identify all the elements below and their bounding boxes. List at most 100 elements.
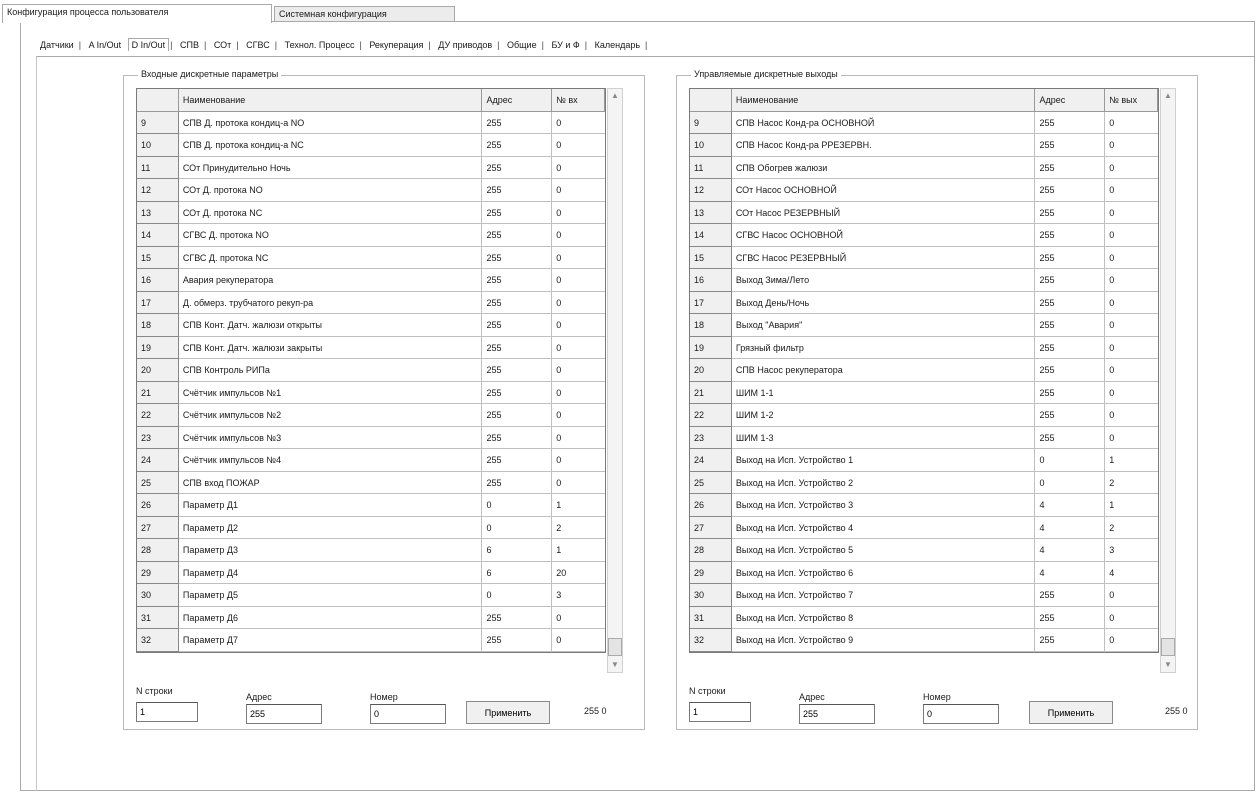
name-cell[interactable]: Выход на Исп. Устройство 2: [731, 471, 1036, 494]
table-row[interactable]: 25 Выход на Исп. Устройство 202: [690, 471, 1158, 494]
tab-bu-f[interactable]: БУ и Ф: [547, 38, 583, 52]
name-cell[interactable]: СОт Д. протока NO: [178, 179, 483, 202]
number-cell[interactable]: 3: [552, 584, 605, 607]
number-cell[interactable]: 0: [1105, 112, 1158, 134]
header-name[interactable]: Наименование: [178, 89, 483, 112]
number-cell[interactable]: 0: [1105, 157, 1158, 179]
name-cell[interactable]: СОт Насос РЕЗЕРВНЫЙ: [731, 201, 1036, 224]
table-row[interactable]: 29 Параметр Д4 6 20: [137, 561, 605, 584]
row-index-cell[interactable]: 11: [137, 156, 179, 179]
row-index-cell[interactable]: 14: [137, 224, 179, 247]
number-cell[interactable]: 0: [1105, 382, 1158, 404]
address-cell[interactable]: 255: [1035, 111, 1106, 134]
name-cell[interactable]: Выход на Исп. Устройство 5: [731, 539, 1036, 562]
name-cell[interactable]: СПВ Д. протока кондиц-а NC: [178, 134, 483, 157]
name-cell[interactable]: Авария рекуператора: [178, 269, 483, 292]
address-cell[interactable]: 255: [1035, 291, 1106, 314]
number-cell[interactable]: 0: [552, 112, 605, 134]
scroll-thumb[interactable]: [608, 638, 622, 656]
row-number-input[interactable]: [689, 702, 751, 722]
table-row[interactable]: 17 Д. обмерз. трубчатого рекуп-ра 255 0: [137, 291, 605, 314]
table-row[interactable]: 24 Выход на Исп. Устройство 101: [690, 449, 1158, 472]
number-cell[interactable]: 0: [1105, 607, 1158, 629]
apply-button[interactable]: Применить: [1029, 701, 1113, 724]
header-input-number[interactable]: № вх: [552, 89, 605, 112]
table-row[interactable]: 10 СПВ Д. протока кондиц-а NC 255 0: [137, 134, 605, 157]
row-index-cell[interactable]: 29: [690, 561, 732, 584]
name-cell[interactable]: СПВ Насос рекуператора: [731, 359, 1036, 382]
table-row[interactable]: 12 СОт Д. протока NO 255 0: [137, 179, 605, 202]
scroll-up-icon[interactable]: ▲: [1161, 89, 1175, 103]
name-cell[interactable]: ШИМ 1-2: [731, 404, 1036, 427]
row-index-cell[interactable]: 30: [690, 584, 732, 607]
row-index-cell[interactable]: 19: [690, 336, 732, 359]
tab-tech-process[interactable]: Технол. Процесс: [281, 38, 359, 52]
row-index-cell[interactable]: 23: [690, 426, 732, 449]
table-row[interactable]: 21 ШИМ 1-1 255 0: [690, 381, 1158, 404]
table-row[interactable]: 18 СПВ Конт. Датч. жалюзи открыты 255 0: [137, 314, 605, 337]
name-cell[interactable]: СПВ Обогрев жалюзи: [731, 156, 1036, 179]
number-input[interactable]: [370, 704, 446, 724]
name-cell[interactable]: Д. обмерз. трубчатого рекуп-ра: [178, 291, 483, 314]
address-cell[interactable]: 255: [1035, 201, 1106, 224]
address-cell[interactable]: 255: [482, 201, 553, 224]
row-index-cell[interactable]: 20: [137, 359, 179, 382]
address-input[interactable]: [246, 704, 322, 724]
name-cell[interactable]: СПВ Насос Конд-ра ОСНОВНОЙ: [731, 111, 1036, 134]
tab-sot[interactable]: СОт: [210, 38, 235, 52]
number-cell[interactable]: 2: [1105, 472, 1158, 494]
number-cell[interactable]: 0: [552, 179, 605, 202]
vertical-scrollbar[interactable]: ▲ ▼: [607, 88, 623, 673]
address-cell[interactable]: 255: [1035, 426, 1106, 449]
number-cell[interactable]: 2: [1105, 517, 1158, 539]
row-index-cell[interactable]: 17: [137, 291, 179, 314]
number-cell[interactable]: 0: [552, 607, 605, 629]
number-cell[interactable]: 0: [552, 427, 605, 449]
number-cell[interactable]: 0: [1105, 427, 1158, 449]
tab-drives[interactable]: ДУ приводов: [434, 38, 496, 52]
name-cell[interactable]: Выход на Исп. Устройство 4: [731, 516, 1036, 539]
name-cell[interactable]: СГВС Насос ОСНОВНОЙ: [731, 224, 1036, 247]
address-cell[interactable]: 255: [482, 606, 553, 629]
table-row[interactable]: 30 Выход на Исп. Устройство 7 255 0: [690, 584, 1158, 607]
address-cell[interactable]: 255: [482, 426, 553, 449]
name-cell[interactable]: Параметр Д5: [178, 584, 483, 607]
row-index-cell[interactable]: 9: [137, 111, 179, 134]
address-cell[interactable]: 255: [482, 381, 553, 404]
name-cell[interactable]: Счётчик импульсов №4: [178, 449, 483, 472]
header-output-number[interactable]: № вых: [1105, 89, 1158, 112]
row-index-cell[interactable]: 12: [690, 179, 732, 202]
name-cell[interactable]: Параметр Д4: [178, 561, 483, 584]
row-index-cell[interactable]: 11: [690, 156, 732, 179]
number-cell[interactable]: 0: [1105, 179, 1158, 202]
number-cell[interactable]: 0: [552, 404, 605, 427]
row-index-cell[interactable]: 13: [690, 201, 732, 224]
name-cell[interactable]: Выход на Исп. Устройство 8: [731, 606, 1036, 629]
table-row[interactable]: 16 Выход Зима/Лето 255 0: [690, 269, 1158, 292]
row-index-cell[interactable]: 24: [690, 449, 732, 472]
row-index-cell[interactable]: 25: [690, 471, 732, 494]
row-index-cell[interactable]: 32: [690, 629, 732, 652]
address-cell[interactable]: 255: [1035, 224, 1106, 247]
name-cell[interactable]: СОт Насос ОСНОВНОЙ: [731, 179, 1036, 202]
table-row[interactable]: 23 ШИМ 1-3 255 0: [690, 426, 1158, 449]
address-cell[interactable]: 255: [1035, 246, 1106, 269]
row-index-cell[interactable]: 22: [137, 404, 179, 427]
row-index-cell[interactable]: 22: [690, 404, 732, 427]
number-cell[interactable]: 0: [552, 247, 605, 269]
address-cell[interactable]: 255: [482, 269, 553, 292]
tab-general[interactable]: Общие: [503, 38, 541, 52]
row-index-cell[interactable]: 26: [690, 494, 732, 517]
number-cell[interactable]: 1: [552, 539, 605, 562]
row-index-cell[interactable]: 28: [137, 539, 179, 562]
table-row[interactable]: 32 Параметр Д7 255 0: [137, 629, 605, 652]
address-cell[interactable]: 0: [1035, 449, 1106, 472]
number-cell[interactable]: 0: [552, 269, 605, 292]
table-row[interactable]: 18 Выход "Авария" 255 0: [690, 314, 1158, 337]
name-cell[interactable]: Параметр Д7: [178, 629, 483, 652]
address-cell[interactable]: 255: [482, 449, 553, 472]
table-row[interactable]: 13 СОт Насос РЕЗЕРВНЫЙ 255 0: [690, 201, 1158, 224]
table-row[interactable]: 25 СПВ вход ПОЖАР 255 0: [137, 471, 605, 494]
table-row[interactable]: 32 Выход на Исп. Устройство 9 255 0: [690, 629, 1158, 652]
name-cell[interactable]: Выход на Исп. Устройство 9: [731, 629, 1036, 652]
